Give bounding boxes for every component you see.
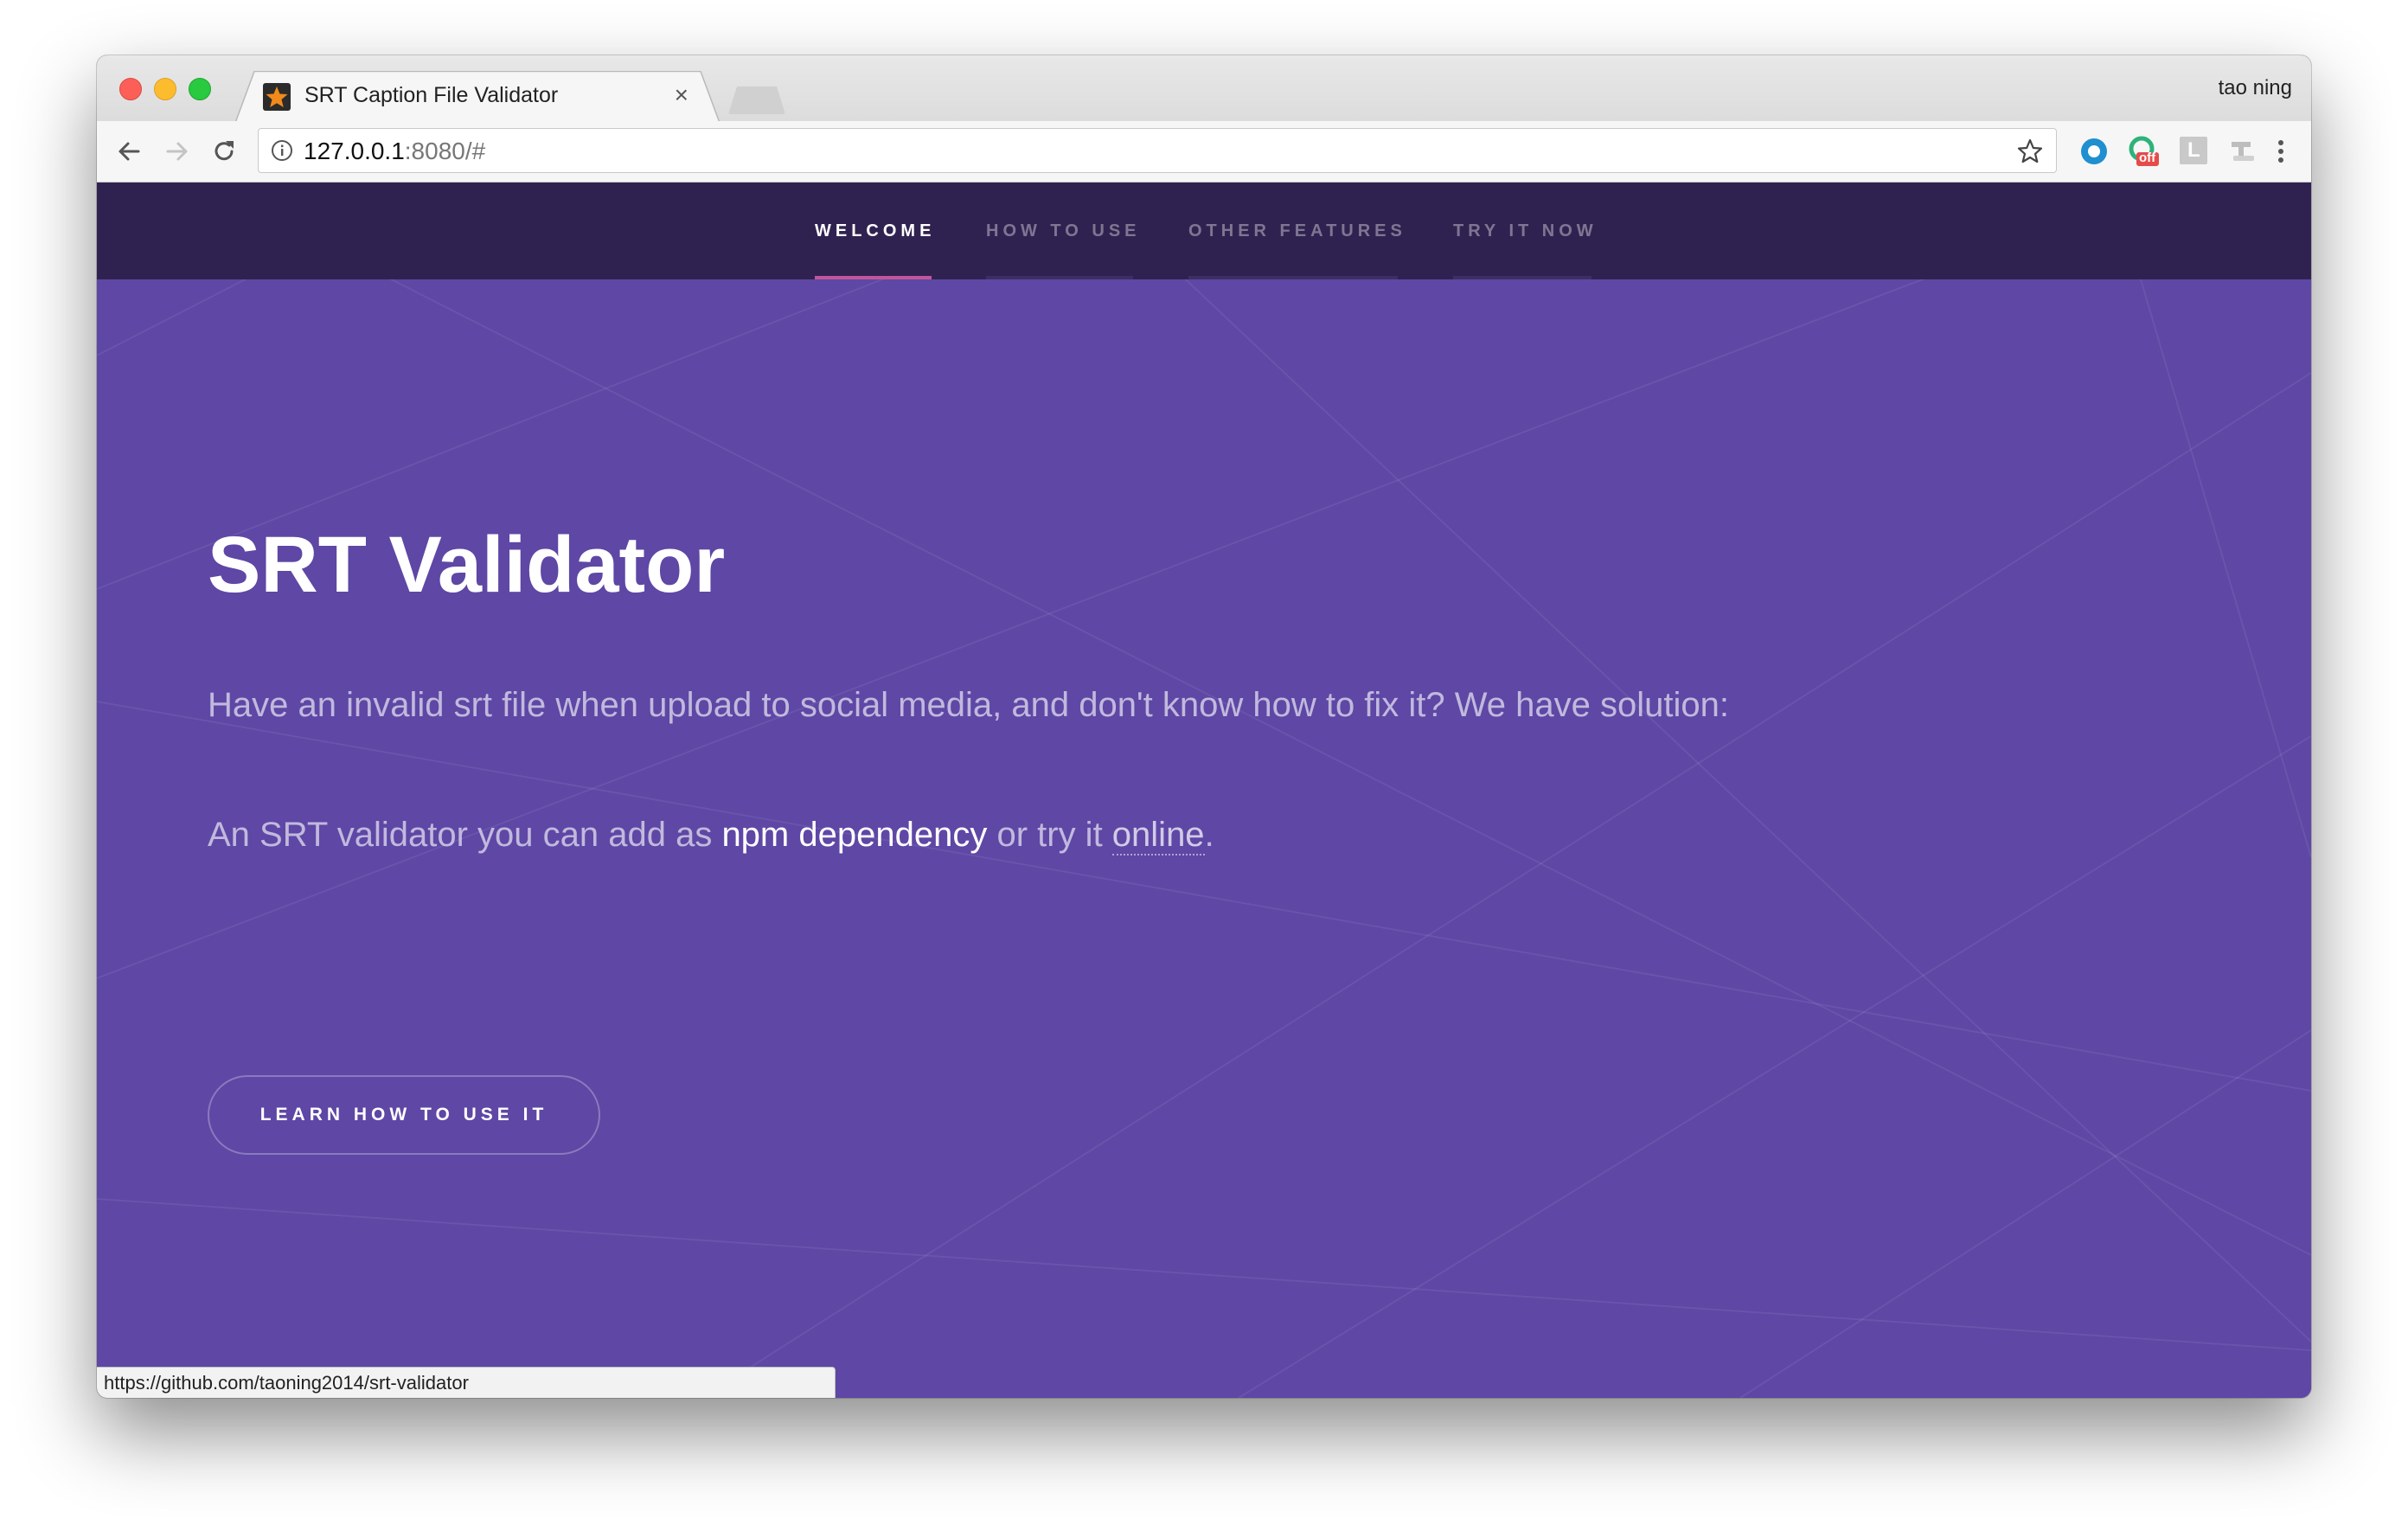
hero-title: SRT Validator <box>208 521 726 609</box>
learn-how-button[interactable]: LEARN HOW TO USE IT <box>208 1075 600 1155</box>
minimize-window-button[interactable] <box>154 78 176 100</box>
site-nav: WELCOME HOW TO USE OTHER FEATURES TRY IT… <box>97 183 2311 279</box>
menu-kebab-icon[interactable] <box>2268 135 2301 168</box>
background-lines-decoration <box>97 183 2311 1398</box>
nav-underline-other-features <box>1188 276 1398 279</box>
browser-toolbar: 127.0.0.1:8080/# off L <box>97 121 2311 183</box>
hero-line2-prefix: An SRT validator you can add as <box>208 816 722 854</box>
hero-lead-text: Have an invalid srt file when upload to … <box>208 686 1730 724</box>
translate-extension-icon[interactable] <box>2226 135 2259 168</box>
off-badge-label: off <box>2139 151 2156 165</box>
npm-dependency-link[interactable]: npm dependency <box>721 816 987 854</box>
forward-arrow-icon[interactable] <box>163 137 192 166</box>
new-tab-button[interactable] <box>728 87 785 114</box>
nav-item-other-features[interactable]: OTHER FEATURES <box>1188 221 1406 241</box>
hero-secondary-text: An SRT validator you can add as npm depe… <box>208 816 1214 856</box>
nav-underline-try-it-now <box>1453 276 1591 279</box>
tab-strip: SRT Caption File Validator × tao ning <box>97 55 2311 123</box>
nav-item-try-it-now[interactable]: TRY IT NOW <box>1453 221 1598 241</box>
address-bar[interactable]: 127.0.0.1:8080/# <box>258 128 2057 173</box>
online-link[interactable]: online <box>1111 816 1205 856</box>
favicon-star-icon <box>263 83 291 111</box>
hero-line2-suffix: . <box>1204 816 1214 854</box>
l-extension-icon[interactable]: L <box>2178 135 2211 168</box>
browser-tab-active[interactable]: SRT Caption File Validator × <box>235 71 720 123</box>
bookmark-star-icon[interactable] <box>2016 138 2044 170</box>
profile-name[interactable]: tao ning <box>2219 76 2292 100</box>
nav-item-welcome[interactable]: WELCOME <box>815 221 935 241</box>
tab-title: SRT Caption File Validator <box>304 83 559 107</box>
nav-item-how-to-use[interactable]: HOW TO USE <box>986 221 1141 241</box>
nav-active-underline <box>815 276 932 279</box>
info-icon[interactable] <box>271 139 293 166</box>
address-url: 127.0.0.1:8080/# <box>304 138 485 165</box>
maximize-window-button[interactable] <box>189 78 211 100</box>
nav-underline-how-to-use <box>986 276 1133 279</box>
page-viewport: WELCOME HOW TO USE OTHER FEATURES TRY IT… <box>97 183 2311 1398</box>
back-arrow-icon[interactable] <box>114 137 144 166</box>
status-bar-url: https://github.com/taoning2014/srt-valid… <box>97 1367 836 1398</box>
circle-extension-icon[interactable] <box>2078 135 2110 168</box>
url-host: 127.0.0.1 <box>304 138 405 164</box>
off-extension-icon[interactable]: off <box>2126 135 2159 168</box>
tab-close-icon[interactable]: × <box>675 81 688 109</box>
browser-window: SRT Caption File Validator × tao ning 12… <box>97 55 2311 1398</box>
url-rest: :8080/# <box>404 138 486 164</box>
hero-line2-middle: or try it <box>987 816 1112 854</box>
close-window-button[interactable] <box>119 78 142 100</box>
reload-icon[interactable] <box>209 137 239 166</box>
l-badge-label: L <box>2187 138 2200 162</box>
